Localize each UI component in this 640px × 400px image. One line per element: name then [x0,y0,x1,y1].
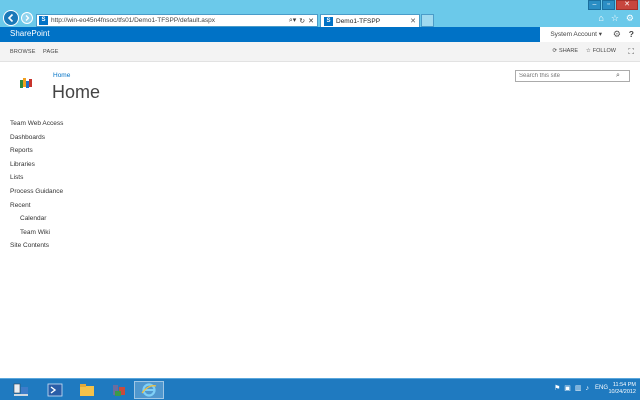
ribbon-row: BROWSE PAGE System Account ▾ ⚙ ? ⟳ SHARE… [0,29,640,62]
browser-chrome: – ▫ ✕ S http://win-eo45n4fnsoc/tfs01/Dem… [0,0,640,27]
system-tray: ⚑ ▣ ▥ ♪ ENG [554,384,608,393]
close-icon[interactable]: ✕ [308,17,314,25]
server-manager-button[interactable] [6,381,36,399]
nav-team-web-access[interactable]: Team Web Access [10,117,63,131]
home-icon[interactable]: ⌂ [598,13,603,24]
search-dropdown-icon[interactable]: ⌕▾ [289,16,296,25]
gear-icon[interactable]: ⚙ [613,29,621,40]
internet-explorer-button[interactable] [134,381,164,399]
page-title: Home [52,82,101,102]
nav-recent[interactable]: Recent [10,199,63,213]
browser-toolbar: ⌂ ☆ ⚙ [598,13,634,24]
tfs-admin-button[interactable] [104,381,134,399]
volume-icon[interactable]: ♪ [585,385,589,392]
new-tab-button[interactable] [421,14,434,27]
share-icon: ⟳ [552,48,558,54]
file-explorer-button[interactable] [72,381,102,399]
maximize-button[interactable]: ▫ [602,0,615,10]
clock-date: 10/24/2012 [608,389,636,395]
server-manager-icon [13,383,28,396]
tab-close-icon[interactable]: ✕ [410,17,419,25]
sharepoint-brand[interactable]: SharePoint [10,29,50,38]
help-icon[interactable]: ? [629,29,634,39]
nav-reports[interactable]: Reports [10,144,63,158]
clock-time: 11:54 PM [612,382,636,388]
nav-dashboards[interactable]: Dashboards [10,131,63,145]
nav-process-guidance[interactable]: Process Guidance [10,185,63,199]
nav-team-wiki[interactable]: Team Wiki [10,226,63,240]
internet-explorer-icon [141,383,157,397]
refresh-icon[interactable]: ↻ [299,17,305,25]
tab-browse[interactable]: BROWSE [10,49,36,55]
taskbar: ⚑ ▣ ▥ ♪ ENG 11:54 PM 10/24/2012 [0,378,640,400]
suite-bar: SharePoint [0,27,640,42]
tfs-admin-icon [113,385,125,396]
url-text[interactable]: http://win-eo45n4fnsoc/tfs01/Demo1-TFSPP… [51,17,289,24]
breadcrumb[interactable]: Home [53,72,70,79]
action-center-icon[interactable]: ▣ [564,384,571,392]
browser-tab[interactable]: S Demo1-TFSPP ✕ [320,14,420,27]
address-bar[interactable]: S http://win-eo45n4fnsoc/tfs01/Demo1-TFS… [36,14,318,27]
nav-site-contents[interactable]: Site Contents [10,239,63,253]
tab-page[interactable]: PAGE [43,49,59,55]
language-indicator[interactable]: ENG [595,385,608,391]
window-controls: – ▫ ✕ [587,0,638,10]
arrow-right-icon [25,15,30,21]
powershell-button[interactable] [40,381,70,399]
share-label: SHARE [559,48,578,54]
focus-on-content-icon[interactable]: ⛶ [628,47,634,57]
arrow-left-icon [7,13,14,23]
favorites-icon[interactable]: ☆ [611,13,619,24]
sharepoint-tab-icon: S [324,16,333,26]
search-box[interactable]: ⌕ [515,70,630,82]
share-button[interactable]: ⟳ SHARE [552,48,578,54]
file-explorer-icon [80,384,94,396]
back-button[interactable] [3,10,19,26]
site-logo-icon[interactable] [19,76,33,90]
nav-calendar[interactable]: Calendar [10,212,63,226]
forward-button[interactable] [21,12,33,24]
quick-launch: Team Web Access Dashboards Reports Libra… [10,117,63,253]
sharepoint-site-icon: S [39,16,48,25]
follow-button[interactable]: ☆ FOLLOW [586,48,616,54]
nav-lists[interactable]: Lists [10,171,63,185]
powershell-icon [47,383,63,397]
network-icon[interactable]: ▥ [575,384,582,392]
user-menu[interactable]: System Account ▾ [550,30,602,38]
settings-icon[interactable]: ⚙ [626,13,634,24]
star-icon: ☆ [585,48,591,54]
search-icon[interactable]: ⌕ [616,72,620,80]
tab-title: Demo1-TFSPP [336,17,381,25]
follow-label: FOLLOW [592,48,616,54]
search-input[interactable] [516,73,616,79]
notification-flag-icon[interactable]: ⚑ [554,384,560,392]
nav-libraries[interactable]: Libraries [10,158,63,172]
close-window-button[interactable]: ✕ [616,0,638,10]
minimize-button[interactable]: – [588,0,601,10]
clock[interactable]: 11:54 PM 10/24/2012 [608,382,636,396]
